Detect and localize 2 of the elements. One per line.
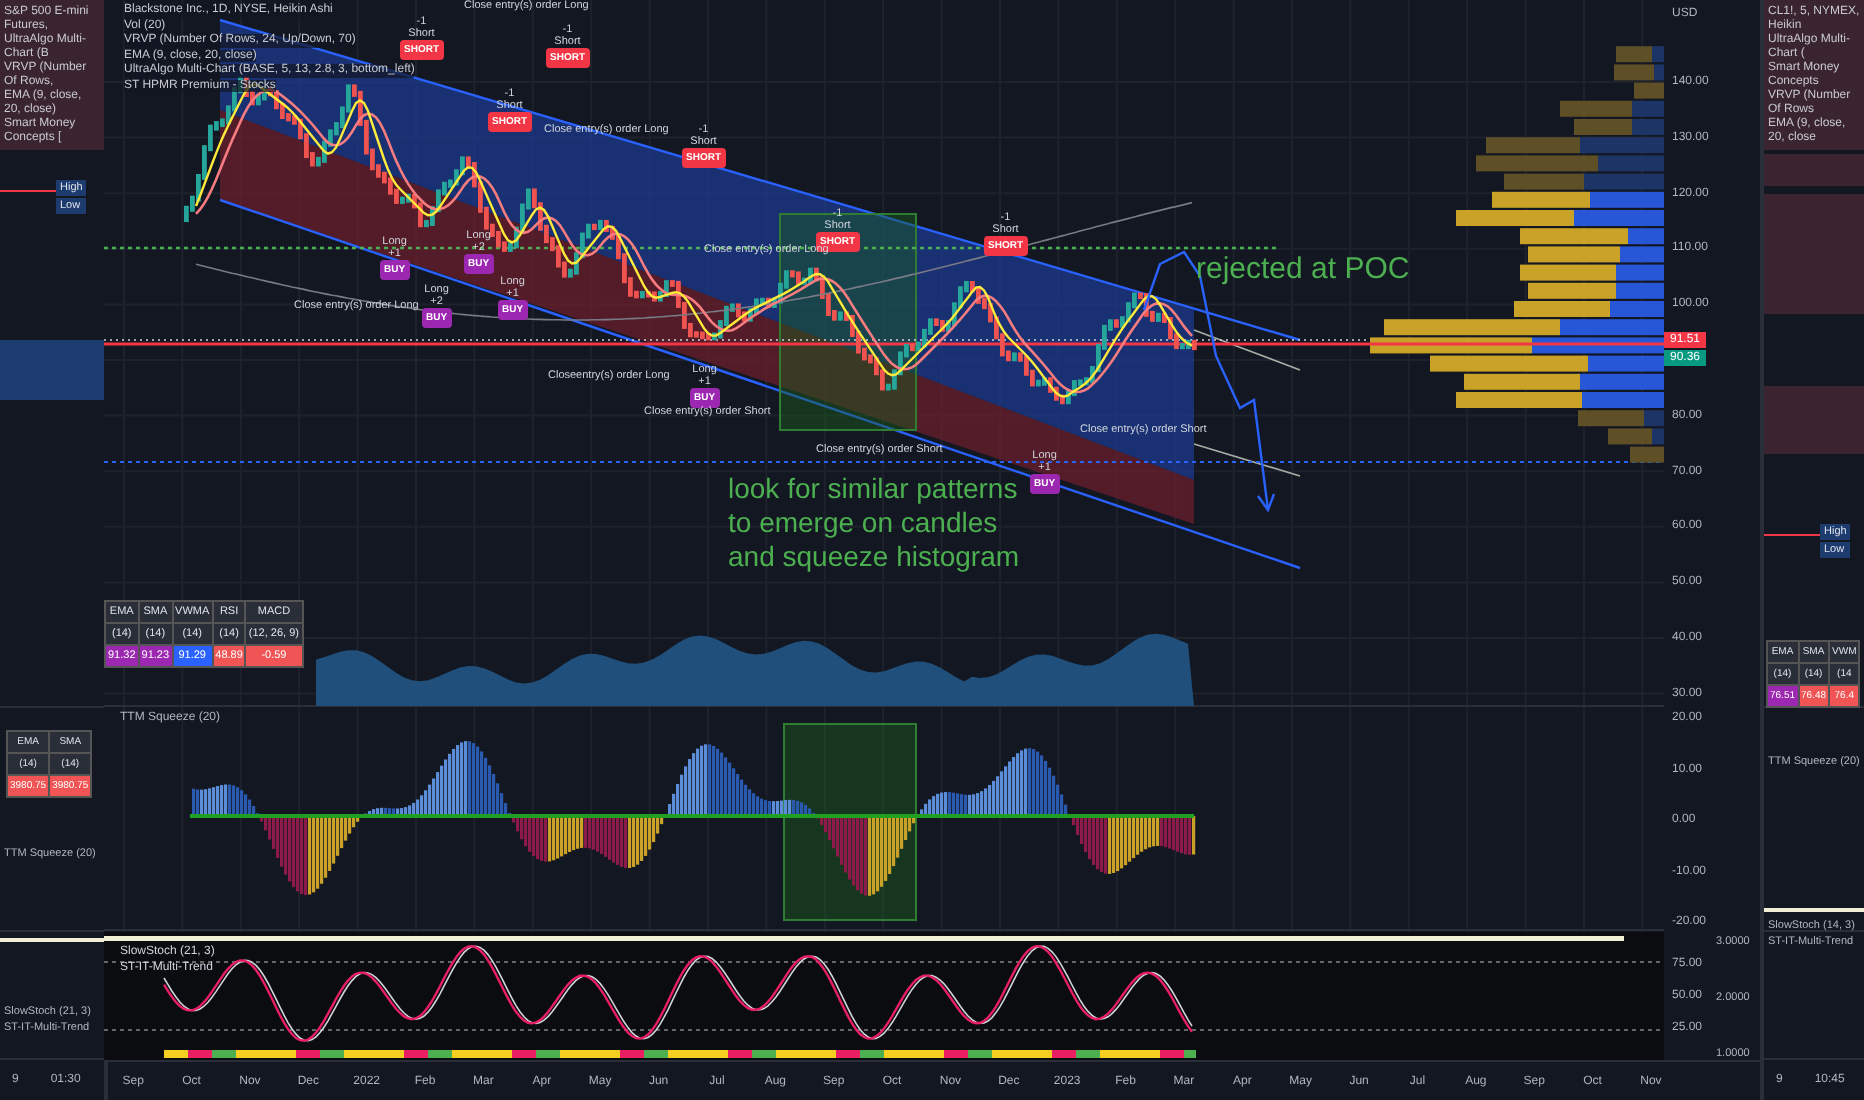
annotation-text: rejected at POC bbox=[1196, 252, 1410, 286]
annotation-text: look for similar patterns to emerge on candles and squeeze histogram bbox=[728, 472, 1020, 574]
